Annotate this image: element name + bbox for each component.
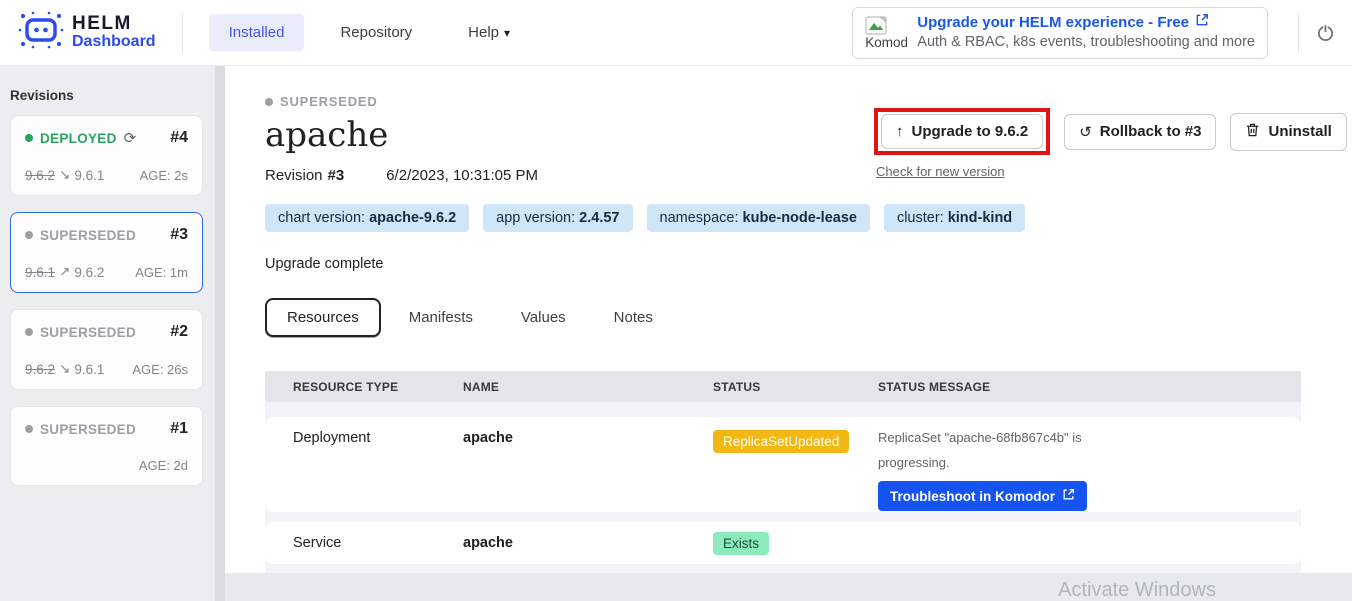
revision-card-4[interactable]: DEPLOYED ⟳ #4 9.6.2 ↘ 9.6.1 AGE: 2s (10, 115, 203, 196)
status-dot (25, 134, 33, 142)
menu-help[interactable]: Help▾ (448, 14, 530, 51)
version-new: 9.6.2 (74, 265, 104, 280)
status-badge: Exists (713, 532, 769, 555)
revision-card-1[interactable]: SUPERSEDED #1 AGE: 2d (10, 406, 203, 486)
komodor-banner[interactable]: Komodor Upgrade your HELM experience - F… (852, 7, 1268, 59)
status-dot (265, 98, 273, 106)
chevron-down-icon: ▾ (504, 26, 510, 40)
activate-windows-watermark: Activate Windows (1058, 579, 1216, 601)
top-navbar: HELM Dashboard Installed Repository Help… (0, 0, 1352, 66)
status-badge: ReplicaSetUpdated (713, 430, 849, 453)
status-dot (25, 425, 33, 433)
chip-app-version: app version: 2.4.57 (483, 204, 632, 232)
revision-number: #4 (170, 129, 188, 147)
detail-tabs: Resources Manifests Values Notes (265, 298, 1352, 337)
version-arrow-icon: ↘ (59, 361, 70, 377)
version-old: 9.6.1 (25, 265, 55, 280)
col-resource-type: RESOURCE TYPE (293, 380, 463, 394)
tab-notes[interactable]: Notes (594, 300, 673, 335)
divider (182, 13, 183, 53)
banner-subtitle: Auth & RBAC, k8s events, troubleshooting… (917, 33, 1255, 53)
rollback-button[interactable]: ↺ Rollback to #3 (1064, 114, 1216, 150)
table-row: Deployment apache ReplicaSetUpdated Repl… (265, 417, 1301, 512)
revision-number: #3 (328, 167, 345, 184)
col-name: NAME (463, 380, 713, 394)
release-status: SUPERSEDED (280, 94, 378, 109)
komodor-image-alt: Komodor (865, 35, 907, 50)
sidebar-title: Revisions (0, 66, 215, 115)
resource-type: Service (293, 535, 463, 551)
chip-chart-version: chart version: apache-9.6.2 (265, 204, 469, 232)
resource-type: Deployment (293, 430, 463, 512)
revisions-sidebar: Revisions DEPLOYED ⟳ #4 9.6.2 ↘ 9.6.1 AG… (0, 66, 215, 601)
uninstall-button[interactable]: Uninstall (1230, 113, 1346, 151)
revision-card-3[interactable]: SUPERSEDED #3 9.6.1 ↗ 9.6.2 AGE: 1m (10, 212, 203, 293)
resource-name: apache (463, 430, 713, 512)
version-old: 9.6.2 (25, 362, 55, 377)
up-arrow-icon: ↑ (896, 123, 904, 140)
table-header: RESOURCE TYPE NAME STATUS STATUS MESSAGE (265, 371, 1301, 402)
external-link-icon (1062, 488, 1075, 504)
trash-icon (1245, 122, 1260, 142)
reload-icon: ⟳ (124, 129, 137, 147)
sidebar-divider (215, 66, 225, 601)
status-dot (25, 328, 33, 336)
helm-logo-icon (18, 9, 64, 56)
resource-name: apache (463, 535, 713, 551)
col-status: STATUS (713, 380, 878, 394)
status-message: progressing. (878, 455, 1301, 471)
release-description: Upgrade complete (265, 256, 1352, 272)
power-icon[interactable] (1315, 22, 1336, 43)
tab-repository[interactable]: Repository (320, 14, 432, 51)
version-old: 9.6.2 (25, 168, 55, 183)
col-status-message: STATUS MESSAGE (878, 380, 1301, 394)
version-new: 9.6.1 (74, 168, 104, 183)
revision-age: AGE: 2s (140, 168, 188, 183)
revision-status: DEPLOYED (40, 131, 117, 146)
tab-installed[interactable]: Installed (209, 14, 305, 51)
revision-age: AGE: 26s (132, 362, 188, 377)
external-link-icon (1195, 13, 1209, 33)
revision-date: 6/2/2023, 10:31:05 PM (386, 167, 538, 184)
revision-status: SUPERSEDED (40, 325, 136, 340)
chip-namespace: namespace: kube-node-lease (647, 204, 870, 232)
revision-number: #2 (170, 323, 188, 341)
resources-table: RESOURCE TYPE NAME STATUS STATUS MESSAGE… (265, 371, 1301, 594)
komodor-broken-image: Komodor (865, 16, 907, 50)
version-new: 9.6.1 (74, 362, 104, 377)
helm-logo[interactable]: HELM Dashboard (18, 9, 156, 56)
revision-number: #3 (170, 226, 188, 244)
status-message: ReplicaSet "apache-68fb867c4b" is (878, 430, 1301, 446)
revision-age: AGE: 1m (135, 265, 188, 280)
logo-subtitle: Dashboard (72, 34, 156, 51)
rollback-icon: ↺ (1079, 123, 1092, 141)
logo-title: HELM (72, 14, 156, 34)
upgrade-button[interactable]: ↑ Upgrade to 9.6.2 (881, 114, 1043, 149)
tab-values[interactable]: Values (501, 300, 586, 335)
revision-status: SUPERSEDED (40, 422, 136, 437)
revision-status: SUPERSEDED (40, 228, 136, 243)
troubleshoot-button[interactable]: Troubleshoot in Komodor (878, 481, 1087, 511)
divider (1298, 13, 1299, 53)
release-detail-panel: SUPERSEDED apache Revision #3 6/2/2023, … (225, 66, 1352, 573)
tab-manifests[interactable]: Manifests (389, 300, 493, 335)
version-arrow-icon: ↘ (59, 167, 70, 183)
annotation-highlight: ↑ Upgrade to 9.6.2 (874, 108, 1050, 155)
revision-age: AGE: 2d (139, 458, 188, 473)
version-arrow-icon: ↗ (59, 264, 70, 280)
revision-label: Revision (265, 167, 323, 184)
check-new-version-link[interactable]: Check for new version (876, 164, 1304, 179)
revision-number: #1 (170, 420, 188, 438)
table-row: Service apache Exists (265, 522, 1301, 564)
banner-title: Upgrade your HELM experience - Free (917, 13, 1189, 33)
status-dot (25, 231, 33, 239)
revision-card-2[interactable]: SUPERSEDED #2 9.6.2 ↘ 9.6.1 AGE: 26s (10, 309, 203, 390)
tab-resources[interactable]: Resources (265, 298, 381, 337)
helm-dashboard-app: HELM Dashboard Installed Repository Help… (0, 0, 1352, 601)
